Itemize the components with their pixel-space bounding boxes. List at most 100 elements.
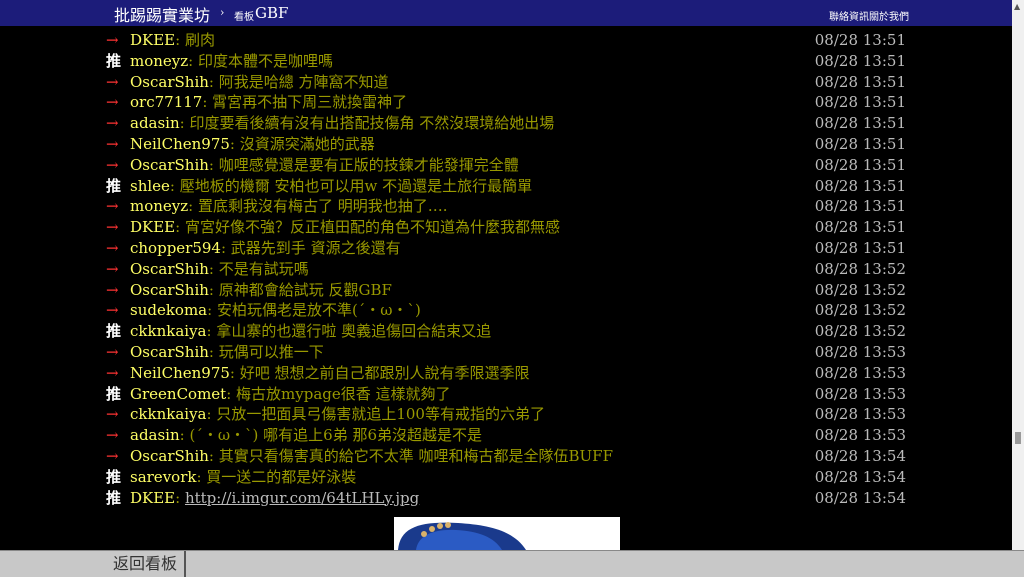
comment-time: 08/28 13:51	[814, 218, 906, 237]
comment-row: → OscarShih: 玩偶可以推一下 08/28 13:53	[106, 342, 912, 363]
image-preview-graphic	[394, 517, 620, 550]
vertical-scrollbar[interactable]: ▲	[1012, 0, 1024, 550]
comment-content: : 印度要看後續有沒有出搭配技傷角 不然沒環境給她出場	[179, 114, 555, 133]
comment-tag: 推	[106, 467, 122, 486]
comment-time: 08/28 13:51	[814, 134, 906, 153]
comment-content: : 印度本體不是咖哩嗎	[188, 51, 333, 70]
comment-content: : 其實只看傷害真的給它不太準 咖哩和梅古都是全隊伍BUFF	[208, 446, 613, 465]
comment-user: chopper594	[130, 238, 221, 257]
comment-row: → OscarShih: 阿我是哈總 方陣窩不知道 08/28 13:51	[106, 72, 912, 93]
comment-row: → adasin: 印度要看後續有沒有出搭配技傷角 不然沒環境給她出場 08/28 …	[106, 113, 912, 134]
comment-time: 08/28 13:51	[814, 176, 906, 195]
comment-tag: 推	[106, 488, 122, 507]
comment-row: → orc77117: 霄宮再不抽下周三就換雷神了 08/28 13:51	[106, 92, 912, 113]
comment-user: NeilChen975	[130, 134, 230, 153]
image-link[interactable]: http://i.imgur.com/64tLHLy.jpg	[185, 489, 419, 507]
comment-time: 08/28 13:51	[814, 114, 906, 133]
comment-row: → ckknkaiya: 只放一把面具弓傷害就追上100等有戒指的六弟了 08/28…	[106, 404, 912, 425]
comment-row: → DKEE: 宵宮好像不強？反正植田配的角色不知道為什麼我都無感 08/28 13…	[106, 217, 912, 238]
comment-time: 08/28 13:53	[814, 384, 906, 403]
comment-user: ckknkaiya	[130, 322, 207, 341]
comment-tag: 推	[106, 51, 122, 70]
comment-tag: →	[106, 363, 119, 382]
comment-content: : 阿我是哈總 方陣窩不知道	[208, 72, 389, 91]
comment-list: → DKEE: 刷肉 08/28 13:51 推 moneyz: 印度本體不是咖哩嗎 0…	[106, 30, 912, 508]
comment-content: : 置底剩我沒有梅古了 明明我也抽了….	[188, 197, 448, 216]
comment-user: shlee	[130, 176, 170, 195]
comment-tag: →	[106, 446, 119, 465]
comment-tag: →	[106, 259, 119, 278]
board-name-link[interactable]: GBF	[255, 4, 288, 22]
comment-time: 08/28 13:53	[814, 363, 906, 382]
comment-row: 推 DKEE: http://i.imgur.com/64tLHLy.jpg 08/…	[106, 488, 912, 509]
comment-tag: 推	[106, 322, 122, 341]
back-to-board-button[interactable]: 返回看板	[106, 551, 186, 577]
contact-info-link[interactable]: 聯絡資訊	[829, 8, 869, 23]
comment-user: adasin	[130, 426, 180, 445]
comment-time: 08/28 13:54	[814, 467, 906, 486]
comment-user: moneyz	[130, 197, 189, 216]
comment-tag: →	[106, 134, 119, 153]
comment-content: :	[175, 488, 185, 507]
comment-time: 08/28 13:51	[814, 51, 906, 70]
embedded-image-preview[interactable]	[394, 517, 620, 550]
comment-time: 08/28 13:52	[814, 322, 906, 341]
comment-tag: →	[106, 114, 119, 133]
comment-row: → NeilChen975: 好吧 想想之前自己都跟別人說有季限選季限 08/28 …	[106, 363, 912, 384]
comment-user: adasin	[130, 114, 180, 133]
comment-time: 08/28 13:51	[814, 31, 906, 49]
comment-content: : 宵宮好像不強？反正植田配的角色不知道為什麼我都無感	[175, 218, 560, 237]
comment-row: 推 ckknkaiya: 拿山寨的也還行啦 奧義追傷回合結束又追 08/28 13:…	[106, 321, 912, 342]
comment-tag: →	[106, 31, 119, 49]
comment-time: 08/28 13:53	[814, 342, 906, 361]
comment-time: 08/28 13:51	[814, 72, 906, 91]
comment-content: : 只放一把面具弓傷害就追上100等有戒指的六弟了	[206, 405, 545, 424]
comment-content: : 刷肉	[175, 31, 215, 49]
comment-user: OscarShih	[130, 342, 209, 361]
comment-tag: →	[106, 93, 119, 112]
comment-row: → OscarShih: 原神都會給試玩 反觀GBF 08/28 13:52	[106, 280, 912, 301]
comment-row: → DKEE: 刷肉 08/28 13:51	[106, 30, 912, 51]
comment-row: → OscarShih: 其實只看傷害真的給它不太準 咖哩和梅古都是全隊伍BUFF…	[106, 446, 912, 467]
comment-tag: →	[106, 405, 119, 424]
site-title-link[interactable]: 批踢踢實業坊	[114, 2, 210, 26]
comment-content: : 安柏玩偶老是放不準(´・ω・`)	[207, 301, 421, 320]
comment-time: 08/28 13:52	[814, 259, 906, 278]
board-label: 看板	[234, 12, 254, 23]
comment-tag: 推	[106, 176, 122, 195]
comment-content: : 玩偶可以推一下	[208, 342, 324, 361]
comment-content: : 梅古放mypage很香 這樣就夠了	[226, 384, 451, 403]
comment-content: : 拿山寨的也還行啦 奧義追傷回合結束又追	[206, 322, 492, 341]
comment-user: OscarShih	[130, 280, 209, 299]
comment-tag: →	[106, 72, 119, 91]
comment-time: 08/28 13:51	[814, 197, 906, 216]
comment-user: sudekoma	[130, 301, 208, 320]
comment-row: → sudekoma: 安柏玩偶老是放不準(´・ω・`) 08/28 13:52	[106, 300, 912, 321]
comment-user: DKEE	[130, 488, 176, 507]
comment-time: 08/28 13:54	[814, 446, 906, 465]
comment-row: 推 shlee: 壓地板的機爾 安柏也可以用w 不過還是土旅行最簡單 08/28 1…	[106, 176, 912, 197]
comment-content: : 買一送二的都是好泳裝	[196, 467, 357, 486]
comment-time: 08/28 13:51	[814, 155, 906, 174]
comment-user: OscarShih	[130, 72, 209, 91]
top-navigation-bar: 批踢踢實業坊 › 看板 GBF 聯絡資訊 關於我們	[0, 0, 1012, 26]
about-us-link[interactable]: 關於我們	[869, 8, 909, 23]
comment-tag: 推	[106, 384, 122, 403]
comment-user: ckknkaiya	[130, 405, 207, 424]
comment-content: : 咖哩感覺還是要有正版的技鍊才能發揮完全體	[208, 155, 519, 174]
comment-tag: →	[106, 155, 119, 174]
comment-user: DKEE	[130, 31, 176, 49]
scrollbar-thumb[interactable]	[1015, 432, 1021, 444]
comment-content: : 霄宮再不抽下周三就換雷神了	[202, 93, 408, 112]
bottom-navigation-bar: 返回看板	[0, 550, 1024, 577]
comment-row: → chopper594: 武器先到手 資源之後還有 08/28 13:51	[106, 238, 912, 259]
comment-content: : 不是有試玩嗎	[208, 259, 309, 278]
scroll-up-arrow-icon[interactable]: ▲	[1014, 2, 1020, 11]
comment-content: : 壓地板的機爾 安柏也可以用w 不過還是土旅行最簡單	[169, 176, 533, 195]
comment-user: OscarShih	[130, 259, 209, 278]
comment-tag: →	[106, 301, 119, 320]
comment-time: 08/28 13:51	[814, 93, 906, 112]
comment-row: → OscarShih: 咖哩感覺還是要有正版的技鍊才能發揮完全體 08/28 13…	[106, 155, 912, 176]
comment-tag: →	[106, 197, 119, 216]
comment-row: → moneyz: 置底剩我沒有梅古了 明明我也抽了…. 08/28 13:51	[106, 196, 912, 217]
